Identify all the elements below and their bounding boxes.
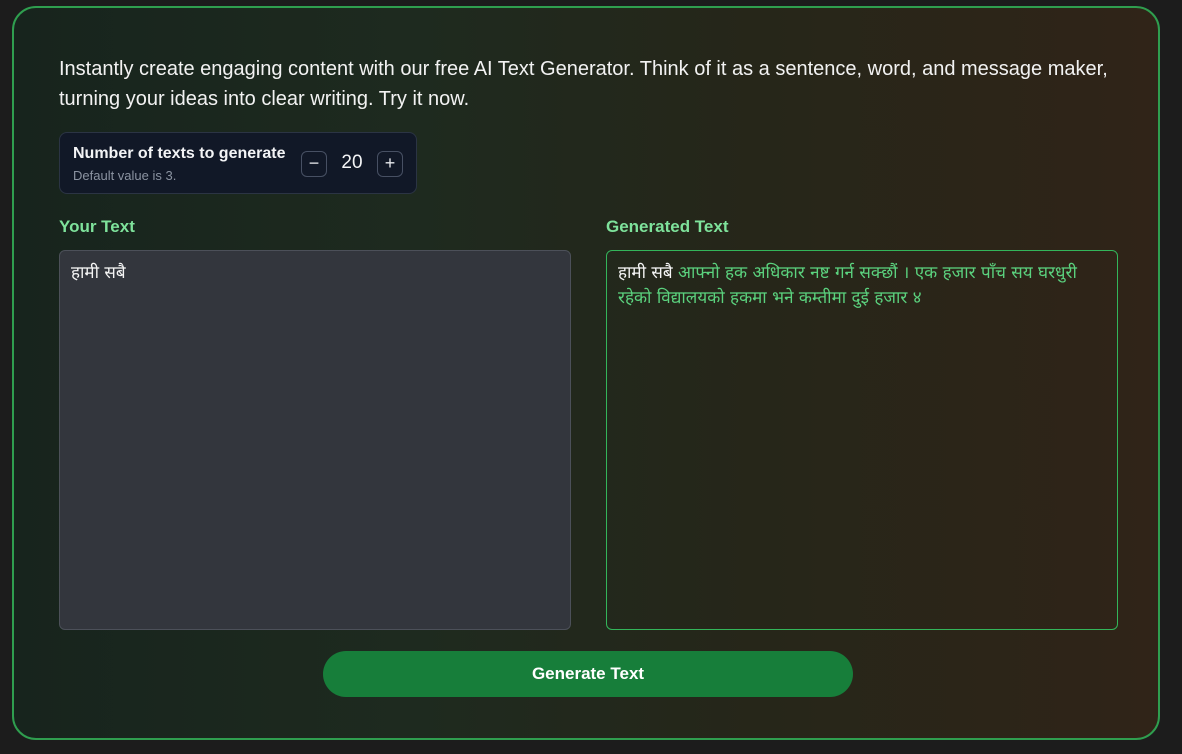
intro-description: Instantly create engaging content with o… xyxy=(59,58,1108,110)
generated-prompt-echo: हामी सबै xyxy=(618,263,673,283)
your-text-input[interactable]: हामी सबै xyxy=(59,250,571,630)
your-text-label: Your Text xyxy=(59,217,135,236)
text-count-control: Number of texts to generate Default valu… xyxy=(59,132,417,194)
increment-button[interactable]: + xyxy=(377,151,403,177)
text-count-hint: Default value is 3. xyxy=(73,168,177,183)
minus-icon: − xyxy=(308,153,320,173)
plus-icon: + xyxy=(384,153,396,173)
generated-text-output[interactable]: हामी सबै आफ्नो हक अधिकार नष्ट गर्न सक्छौ… xyxy=(606,250,1118,630)
text-count-label: Number of texts to generate xyxy=(73,145,286,162)
generated-text-label: Generated Text xyxy=(606,217,729,236)
generator-card: Instantly create engaging content with o… xyxy=(12,6,1160,740)
generated-continuation: आफ्नो हक अधिकार नष्ट गर्न सक्छौं । एक हज… xyxy=(618,263,1077,308)
decrement-button[interactable]: − xyxy=(301,151,327,177)
text-count-value[interactable]: 20 xyxy=(332,152,372,174)
generate-text-button[interactable]: Generate Text xyxy=(323,651,853,697)
